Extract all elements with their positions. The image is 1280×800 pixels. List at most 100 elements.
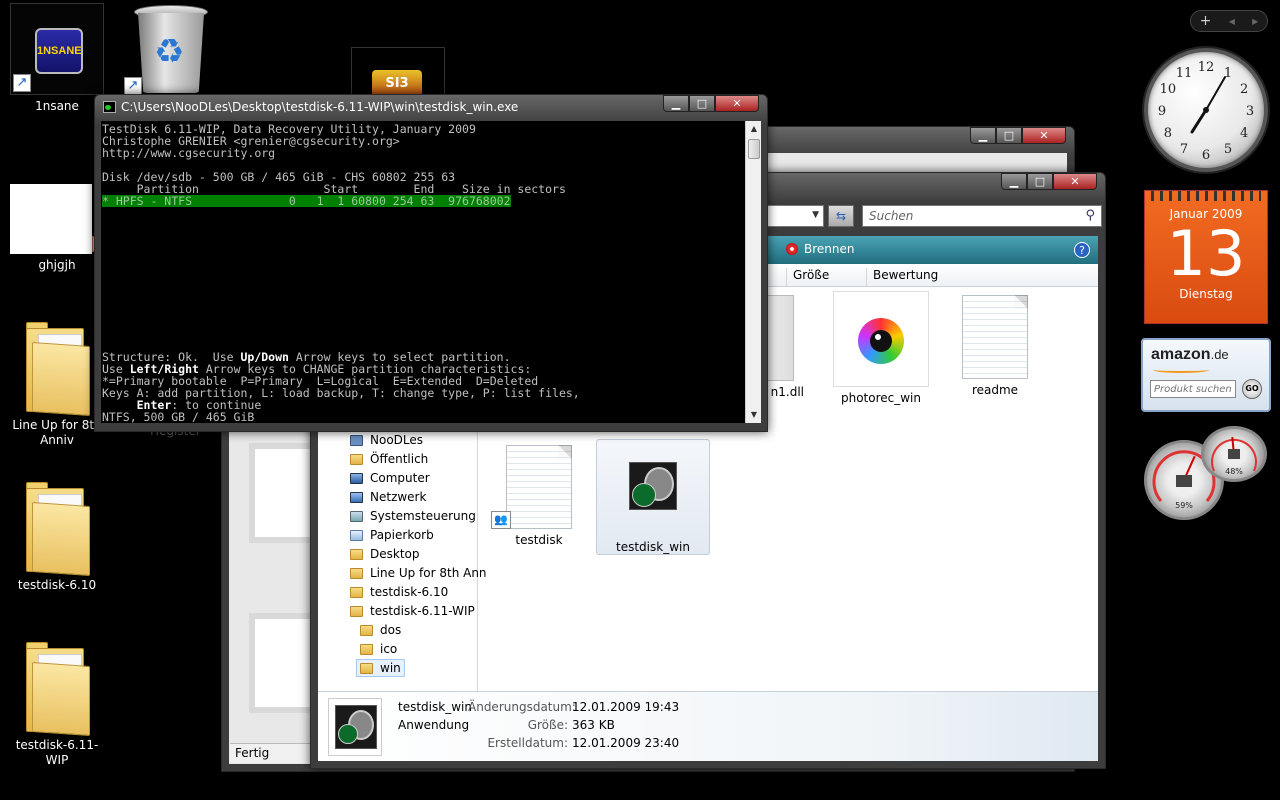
minimize-button[interactable]: ▁ bbox=[970, 127, 996, 144]
details-filename: testdisk_win bbox=[398, 700, 472, 714]
refresh-button[interactable]: ⇆ bbox=[828, 205, 854, 227]
calendar-weekday: Dienstag bbox=[1179, 287, 1233, 301]
clock-number: 8 bbox=[1164, 126, 1172, 141]
partition-row-selected[interactable]: * HPFS - NTFS 0 1 1 60800 254 63 9767680… bbox=[102, 195, 511, 207]
column-size[interactable]: Größe bbox=[786, 268, 866, 286]
nav-item-dos[interactable]: dos bbox=[360, 623, 401, 637]
clock-gadget[interactable]: 12 1 2 3 4 5 6 7 8 9 10 11 bbox=[1144, 48, 1268, 172]
amazon-logo: amazon.de bbox=[1151, 346, 1229, 363]
nav-item-testdisk-611[interactable]: testdisk-6.11-WIP bbox=[350, 604, 475, 618]
nav-item-recycle-bin[interactable]: Papierkorb bbox=[350, 528, 434, 542]
amazon-smile-icon bbox=[1153, 367, 1209, 373]
nav-item-ico[interactable]: ico bbox=[360, 642, 397, 656]
shortcut-arrow-icon: ↗ bbox=[124, 77, 142, 95]
folder-icon bbox=[24, 322, 90, 417]
recycle-bin-icon[interactable]: ♻ ↗ bbox=[124, 5, 210, 95]
clock-number: 3 bbox=[1246, 104, 1254, 119]
console-scrollbar[interactable]: ▲ ▼ bbox=[745, 121, 761, 423]
desktop-icon-testdisk-611[interactable]: testdisk-6.11-WIP bbox=[7, 642, 107, 768]
nav-item-testdisk-610[interactable]: testdisk-6.10 bbox=[350, 585, 448, 599]
recycle-symbol-icon: ♻ bbox=[154, 32, 185, 72]
gadget-toolbar: + ◀ ▶ bbox=[1190, 10, 1268, 32]
folder-icon bbox=[350, 567, 363, 579]
desktop-icon-ghjgjh[interactable]: ghjgjh bbox=[7, 184, 107, 273]
folder-icon bbox=[350, 453, 363, 465]
text-document-icon bbox=[962, 295, 1028, 379]
memory-value: 48% bbox=[1225, 467, 1243, 476]
nav-item-control-panel[interactable]: Systemsteuerung bbox=[350, 509, 476, 523]
close-button[interactable]: ✕ bbox=[1022, 127, 1066, 144]
burn-disc-icon bbox=[786, 243, 798, 255]
clock-number: 4 bbox=[1240, 126, 1248, 141]
computer-icon bbox=[350, 472, 363, 484]
close-button[interactable]: ✕ bbox=[1053, 173, 1097, 190]
file-item[interactable]: photorec_win bbox=[824, 291, 938, 405]
users-overlay-icon: 👥 bbox=[491, 511, 511, 529]
window-controls: ▁ □ ✕ bbox=[1001, 173, 1097, 190]
clock-face: 12 1234567891011 bbox=[1158, 60, 1254, 163]
details-size-value: 363 KB bbox=[572, 718, 615, 732]
close-button[interactable]: ✕ bbox=[715, 95, 759, 112]
nav-item-desktop[interactable]: Desktop bbox=[350, 547, 420, 561]
details-size-label: Größe: bbox=[527, 718, 568, 732]
amazon-go-button[interactable]: GO bbox=[1242, 379, 1262, 399]
minimize-button[interactable]: ▁ bbox=[1001, 173, 1027, 190]
console-window[interactable]: C:\Users\NooDLes\Desktop\testdisk-6.11-W… bbox=[94, 94, 768, 432]
desktop-icon-testdisk-610[interactable]: testdisk-6.10 bbox=[7, 482, 107, 593]
file-item-selected[interactable]: testdisk_win bbox=[596, 439, 710, 555]
scroll-down-button[interactable]: ▼ bbox=[747, 408, 761, 422]
desktop-icon-1nsane[interactable]: 1NSANE ↗ 1nsane bbox=[7, 3, 107, 114]
search-icon: ⚲ bbox=[1085, 208, 1095, 223]
maximize-button[interactable]: □ bbox=[689, 95, 715, 112]
details-modified-label: Änderungsdatum: bbox=[468, 700, 576, 714]
window-controls: ▁ □ ✕ bbox=[970, 127, 1066, 144]
amazon-search-input[interactable] bbox=[1150, 380, 1236, 398]
desktop-icon-label: Line Up for 8th Anniv bbox=[12, 418, 102, 447]
minimize-button[interactable]: ▁ bbox=[663, 95, 689, 112]
status-bar: Fertig bbox=[230, 743, 316, 763]
calendar-gadget[interactable]: Januar 2009 13 Dienstag bbox=[1144, 190, 1268, 324]
nav-item-public[interactable]: Öffentlich bbox=[350, 452, 428, 466]
search-input[interactable]: Suchen ⚲ bbox=[862, 205, 1102, 227]
nav-item-noodles[interactable]: NooDLes bbox=[350, 433, 423, 447]
folder-icon bbox=[24, 642, 90, 737]
terminal-line: http://www.cgsecurity.org bbox=[102, 146, 276, 160]
scroll-thumb[interactable] bbox=[748, 139, 760, 159]
folder-icon bbox=[350, 605, 363, 617]
clock-minute-hand bbox=[1205, 76, 1226, 111]
shortcut-arrow-icon: ↗ bbox=[13, 74, 31, 92]
maximize-button[interactable]: □ bbox=[1027, 173, 1053, 190]
nav-item-computer[interactable]: Computer bbox=[350, 471, 430, 485]
scroll-up-button[interactable]: ▲ bbox=[747, 122, 761, 136]
address-dropdown[interactable]: ▼ bbox=[760, 205, 824, 227]
nav-item-lineup[interactable]: Line Up for 8th Ann bbox=[350, 566, 487, 580]
help-button[interactable]: ? bbox=[1074, 242, 1090, 258]
user-icon bbox=[350, 434, 363, 446]
game-shortcut-icon[interactable]: SI3 bbox=[351, 47, 445, 98]
executable-document-icon: 👥 bbox=[491, 445, 572, 529]
amazon-gadget: amazon.de GO bbox=[1141, 338, 1271, 412]
nav-item-network[interactable]: Netzwerk bbox=[350, 490, 426, 504]
control-panel-icon bbox=[350, 510, 363, 522]
network-icon bbox=[350, 491, 363, 503]
nav-item-win[interactable]: win bbox=[356, 659, 405, 677]
previous-page-button[interactable]: ◀ bbox=[1229, 17, 1235, 26]
file-item[interactable]: readme bbox=[938, 295, 1052, 397]
desktop-icon-label: ghjgjh bbox=[38, 258, 76, 272]
add-gadget-button[interactable]: + bbox=[1200, 13, 1212, 29]
details-modified-value: 12.01.2009 19:43 bbox=[572, 700, 680, 714]
clock-number: 5 bbox=[1224, 142, 1232, 157]
insane-logo-icon: 1NSANE bbox=[35, 28, 83, 74]
clock-number: 10 bbox=[1160, 82, 1177, 97]
file-item[interactable]: 👥 testdisk bbox=[482, 445, 596, 547]
burn-button[interactable]: Brennen bbox=[786, 242, 854, 256]
next-page-button[interactable]: ▶ bbox=[1252, 17, 1258, 26]
desktop-icon-lineup[interactable]: Line Up for 8th Anniv bbox=[7, 322, 107, 448]
terminal-output[interactable]: TestDisk 6.11-WIP, Data Recovery Utility… bbox=[101, 121, 745, 423]
calendar-day: 13 bbox=[1166, 217, 1246, 290]
maximize-button[interactable]: □ bbox=[996, 127, 1022, 144]
window-title: C:\Users\NooDLes\Desktop\testdisk-6.11-W… bbox=[121, 100, 519, 114]
clock-number: 9 bbox=[1158, 104, 1166, 119]
memory-meter-gadget[interactable]: 48% bbox=[1201, 426, 1267, 482]
column-rating[interactable]: Bewertung bbox=[866, 268, 964, 286]
